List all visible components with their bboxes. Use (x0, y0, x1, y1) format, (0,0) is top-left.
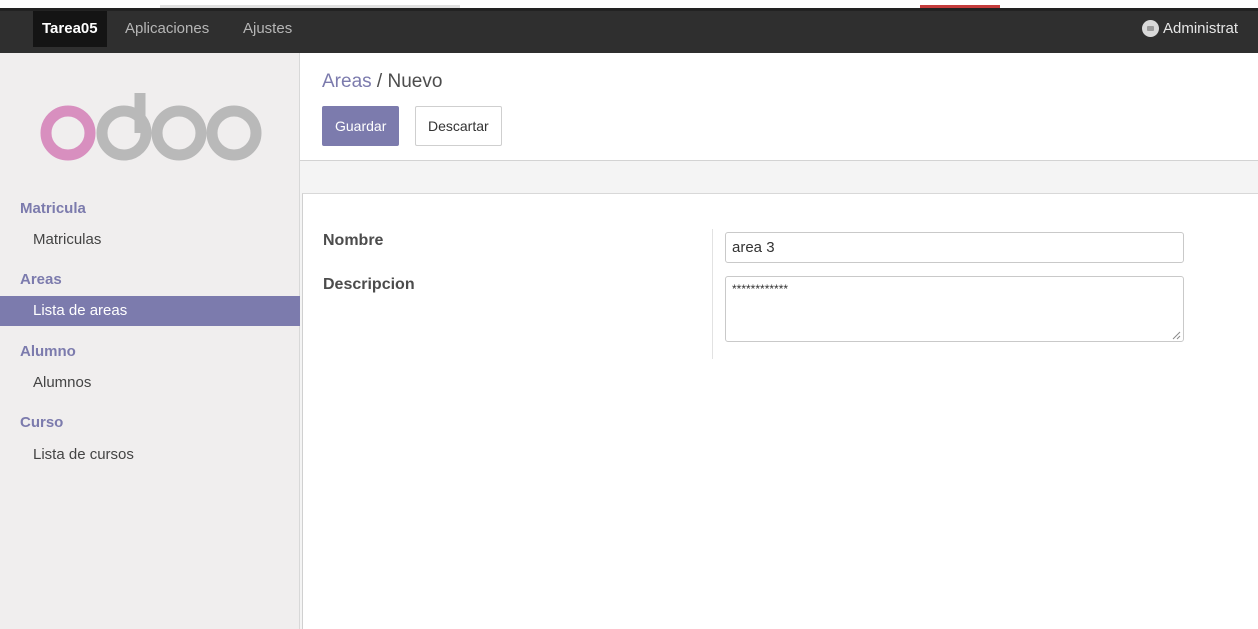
user-avatar-icon (1142, 19, 1159, 37)
sidebar-item-lista-de-cursos[interactable]: Lista de cursos (0, 440, 300, 470)
nombre-input[interactable] (725, 232, 1184, 263)
nombre-label: Nombre (323, 232, 384, 249)
sidebar-item-lista-de-areas[interactable]: Lista de areas (0, 296, 300, 326)
breadcrumb: Areas / Nuevo (322, 71, 442, 93)
odoo-form-page: Tarea05 Aplicaciones Ajustes Administrat… (0, 0, 1258, 629)
menu-aplicaciones[interactable]: Aplicaciones (125, 11, 209, 47)
descripcion-textarea[interactable]: ************ (725, 276, 1184, 342)
field-divider (712, 229, 713, 359)
sidebar-section-alumno: Alumno (20, 343, 76, 360)
odoo-logo (40, 93, 262, 161)
sidebar-item-matriculas[interactable]: Matriculas (0, 225, 300, 255)
resize-grip-icon[interactable] (1172, 331, 1181, 340)
app-title[interactable]: Tarea05 (33, 11, 107, 47)
breadcrumb-current: Nuevo (387, 71, 443, 92)
discard-button[interactable]: Descartar (415, 106, 502, 146)
save-button[interactable]: Guardar (322, 106, 400, 146)
sidebar-item-alumnos[interactable]: Alumnos (0, 368, 300, 398)
sidebar-section-areas: Areas (20, 271, 62, 288)
control-panel: Areas / Nuevo Guardar Descartar (300, 53, 1258, 161)
descripcion-label: Descripcion (323, 276, 415, 293)
user-name: Administrat (1163, 20, 1239, 37)
menu-ajustes[interactable]: Ajustes (243, 11, 292, 47)
sidebar-section-curso: Curso (20, 414, 64, 431)
sidebar-section-matricula: Matricula (20, 200, 86, 217)
breadcrumb-parent[interactable]: Areas (322, 71, 372, 92)
user-menu[interactable]: Administrat (1142, 11, 1238, 47)
breadcrumb-separator: / (376, 71, 383, 92)
sidebar (0, 53, 300, 629)
